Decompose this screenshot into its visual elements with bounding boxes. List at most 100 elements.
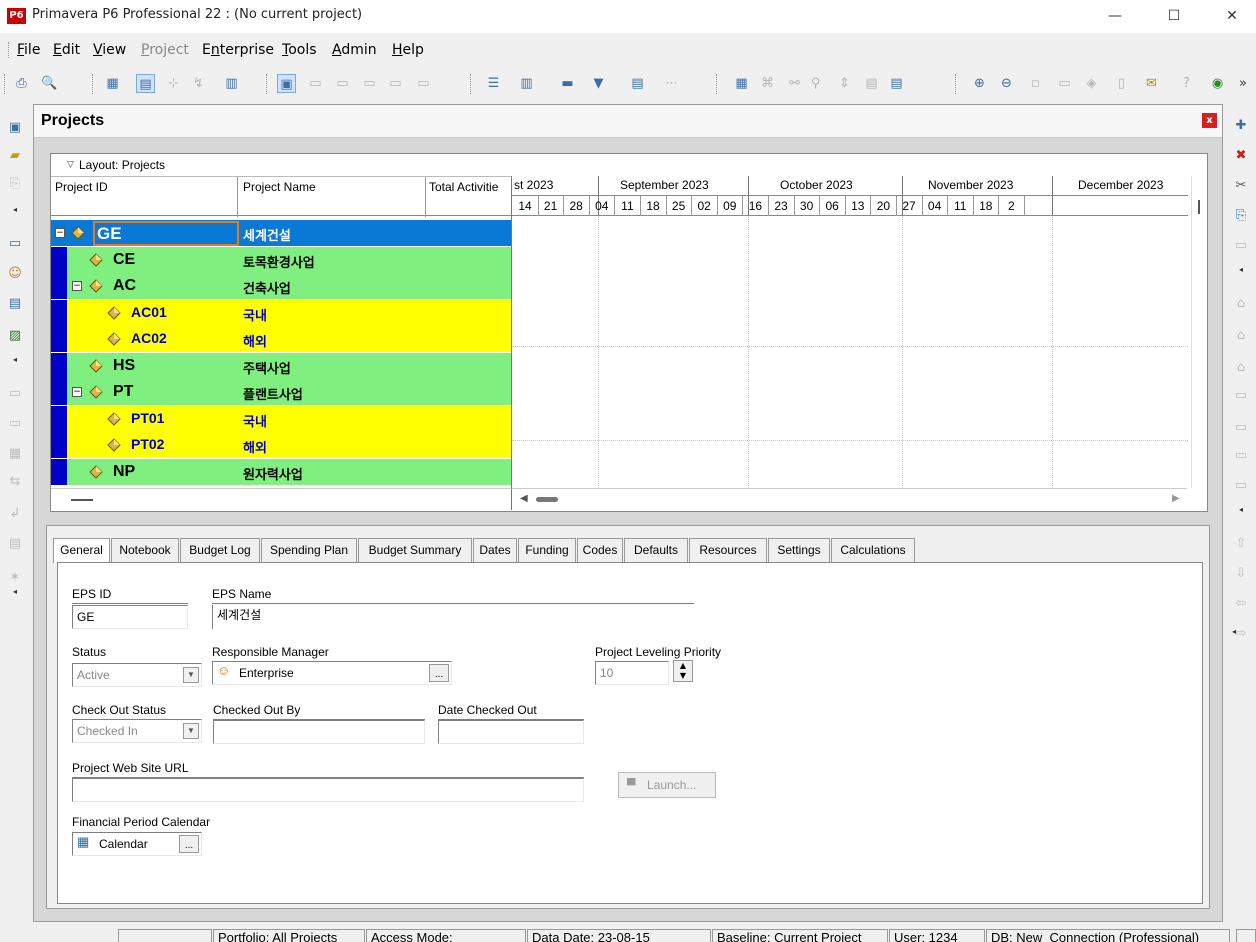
- calendar-icon[interactable]: ▦: [732, 74, 751, 93]
- details-icon[interactable]: ▣: [277, 74, 296, 93]
- project-name-cell[interactable]: 국내: [243, 305, 267, 324]
- project-row-pt02[interactable]: PT02 해외: [51, 432, 511, 458]
- new-project-icon[interactable]: ▣: [5, 118, 25, 138]
- tab-settings[interactable]: Settings: [768, 538, 830, 562]
- manager-select-button[interactable]: ...: [429, 664, 449, 682]
- move-up-icon[interactable]: ⇧: [1231, 534, 1251, 554]
- project-id-cell[interactable]: PT: [113, 383, 133, 401]
- project-id-cell[interactable]: AC: [113, 277, 136, 295]
- tab-defaults[interactable]: Defaults: [624, 538, 688, 562]
- gantt-view-icon[interactable]: ▤: [136, 74, 155, 93]
- paste-icon[interactable]: ▭: [1231, 236, 1251, 256]
- assignments-side-icon[interactable]: ▦: [5, 444, 25, 464]
- close-window-button[interactable]: ✕: [1209, 3, 1255, 29]
- project-row-pt[interactable]: − PT 플랜트사업: [51, 379, 511, 405]
- scroll-left-icon[interactable]: ◀: [520, 493, 528, 504]
- col-separator[interactable]: [237, 177, 238, 217]
- copy-icon[interactable]: ⎘: [1231, 206, 1251, 226]
- minimize-button[interactable]: —: [1092, 3, 1138, 29]
- notes-icon[interactable]: ✉: [1142, 74, 1161, 93]
- cut-icon[interactable]: ✂: [1231, 176, 1251, 196]
- activity-details-icon[interactable]: ▭: [306, 74, 325, 93]
- checked-out-by-field[interactable]: [213, 720, 425, 744]
- checkout-status-select[interactable]: Checked In ▼: [72, 719, 202, 743]
- chevron-down-icon[interactable]: ▼: [183, 723, 199, 739]
- project-name-cell[interactable]: 토목환경사업: [243, 252, 315, 271]
- tab-funding[interactable]: Funding: [518, 538, 576, 562]
- project-row-ge[interactable]: − GE 세계건설: [51, 220, 511, 246]
- panel-close-button[interactable]: x: [1202, 113, 1217, 128]
- collapse-icon[interactable]: ◈: [1082, 74, 1101, 93]
- toolbar-overflow-icon[interactable]: »: [1236, 74, 1250, 93]
- assignment-icon[interactable]: ▭: [414, 74, 433, 93]
- thresholds-icon[interactable]: ▤: [5, 534, 25, 554]
- menu-view[interactable]: View: [93, 42, 126, 58]
- project-name-cell[interactable]: 국내: [243, 411, 267, 430]
- issues-icon[interactable]: ↲: [5, 504, 25, 524]
- expenses-icon[interactable]: ▭: [1231, 476, 1251, 496]
- manager-field[interactable]: ☺ Enterprise ...: [212, 661, 452, 685]
- project-name-cell[interactable]: 주택사업: [243, 358, 291, 377]
- project-id-cell[interactable]: PT01: [131, 410, 164, 426]
- toolbar-more-icon[interactable]: ◂: [1231, 260, 1251, 280]
- resources-icon[interactable]: ☺: [5, 264, 25, 284]
- activities-side-icon[interactable]: ▭: [5, 414, 25, 434]
- link-icon[interactable]: ⚯: [785, 74, 804, 93]
- help-icon[interactable]: ?: [1177, 74, 1196, 93]
- move-left-icon[interactable]: ⇦: [1231, 594, 1251, 614]
- menu-tools[interactable]: Tools: [282, 42, 317, 58]
- eps-id-field[interactable]: GE: [72, 605, 188, 629]
- project-id-cell[interactable]: NP: [113, 463, 135, 481]
- collapse-toggle[interactable]: −: [72, 281, 82, 291]
- menu-project[interactable]: Project: [141, 42, 189, 58]
- bars-icon[interactable]: ☰: [484, 74, 503, 93]
- menu-help[interactable]: Help: [392, 42, 424, 58]
- grid-horizontal-scrollbar[interactable]: [51, 488, 511, 510]
- col-total-activities[interactable]: Total Activitie: [429, 180, 511, 194]
- schedule-icon[interactable]: ▤: [862, 74, 881, 93]
- open-folder-icon[interactable]: ▰: [5, 146, 25, 166]
- project-id-cell[interactable]: AC01: [131, 304, 167, 320]
- gantt-horizontal-scrollbar[interactable]: ◀ ▶: [511, 488, 1187, 510]
- zoom-in-icon[interactable]: ⊕: [970, 74, 989, 93]
- add-icon[interactable]: ✚: [1231, 116, 1251, 136]
- calendar-select-button[interactable]: ...: [179, 835, 199, 853]
- project-name-cell[interactable]: 건축사업: [243, 278, 291, 297]
- project-id-cell[interactable]: HS: [113, 357, 135, 375]
- tab-codes[interactable]: Codes: [577, 538, 623, 562]
- layout-label[interactable]: Layout: Projects: [79, 158, 165, 172]
- toolbar-more-icon[interactable]: ◂: [5, 350, 25, 370]
- scroll-to-icon[interactable]: ▫: [1026, 74, 1045, 93]
- collapse-toggle[interactable]: −: [72, 387, 82, 397]
- tab-resources[interactable]: Resources: [689, 538, 767, 562]
- toolbar-more-icon[interactable]: ◂: [1224, 622, 1244, 642]
- leveling-field[interactable]: 10: [595, 661, 669, 685]
- toolbar-more-icon[interactable]: ◂: [5, 200, 25, 220]
- project-id-cell[interactable]: CE: [113, 251, 135, 269]
- assign-code-icon[interactable]: ⌂: [1231, 358, 1251, 378]
- menu-file[interactable]: File: [17, 42, 40, 58]
- tab-notebook[interactable]: Notebook: [111, 538, 179, 562]
- tab-dates[interactable]: Dates: [473, 538, 517, 562]
- tab-calculations[interactable]: Calculations: [831, 538, 915, 562]
- toolbar-more-icon[interactable]: ◂: [1231, 500, 1251, 520]
- menu-edit[interactable]: Edit: [53, 42, 80, 58]
- wbs-icon[interactable]: ▭: [360, 74, 379, 93]
- close-project-icon[interactable]: ⎘: [5, 174, 25, 194]
- tab-spending-plan[interactable]: Spending Plan: [261, 538, 357, 562]
- tab-general[interactable]: General: [53, 538, 110, 563]
- work-products-icon[interactable]: ⇆: [5, 472, 25, 492]
- progress-line-icon[interactable]: ▯: [1112, 74, 1131, 93]
- assign-icon[interactable]: ⌘: [758, 74, 777, 93]
- print-preview-icon[interactable]: 🔍: [40, 74, 59, 93]
- wbs-side-icon[interactable]: ▭: [5, 384, 25, 404]
- status-select[interactable]: Active ▼: [72, 663, 202, 687]
- project-name-cell[interactable]: 원자력사업: [243, 464, 303, 483]
- project-row-ac[interactable]: − AC 건축사업: [51, 273, 511, 299]
- project-id-cell[interactable]: AC02: [131, 330, 167, 346]
- network-view-icon[interactable]: ⊹: [164, 74, 183, 93]
- level-icon[interactable]: ▤: [887, 74, 906, 93]
- expand-icon[interactable]: ▭: [1055, 74, 1074, 93]
- scroll-thumb[interactable]: [1198, 200, 1200, 214]
- menu-enterprise[interactable]: Enterprise: [202, 42, 274, 58]
